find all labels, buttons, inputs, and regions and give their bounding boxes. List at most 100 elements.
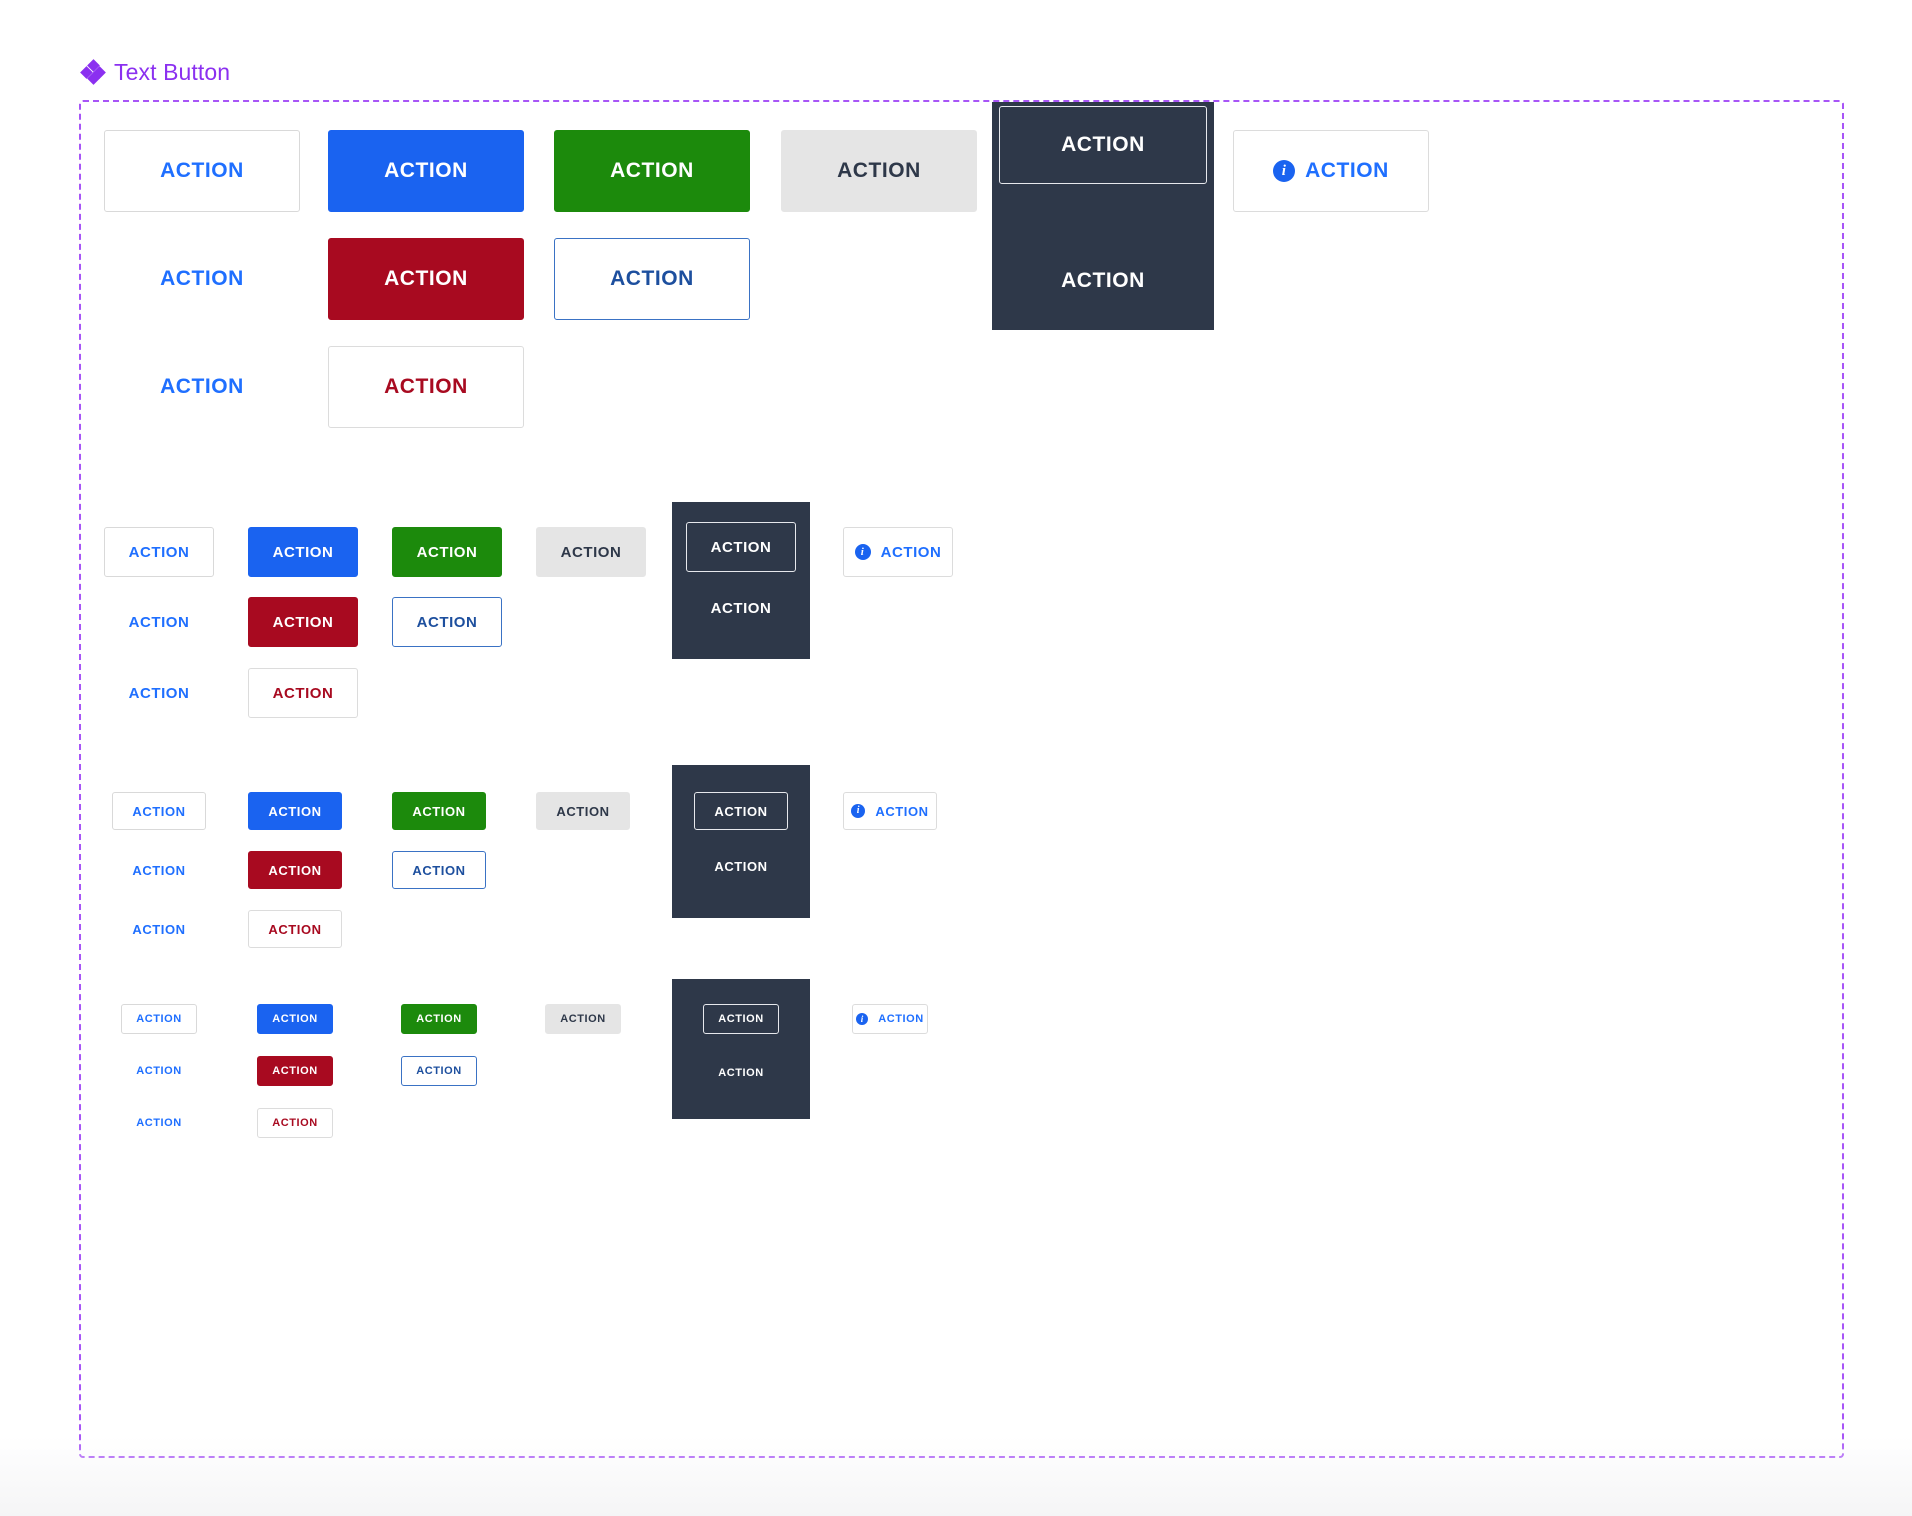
action-button-label: ACTION (416, 613, 478, 631)
action-button-text[interactable]: ACTION (104, 346, 300, 428)
action-button-on-dark-text[interactable]: ACTION (694, 847, 788, 885)
action-button-label: ACTION (384, 159, 468, 182)
dark-surface-panel (672, 765, 810, 918)
action-button-label: ACTION (880, 543, 942, 561)
action-button-primary[interactable]: ACTION (248, 527, 358, 577)
action-button-success[interactable]: ACTION (554, 130, 750, 212)
action-button-on-dark-outline[interactable]: ACTION (694, 792, 788, 830)
action-button-danger-text[interactable]: ACTION (248, 910, 342, 948)
diamond-cluster-icon (80, 59, 106, 85)
action-button-label: ACTION (416, 1013, 462, 1025)
info-icon: i (856, 1013, 869, 1025)
action-button-info-outline[interactable]: i ACTION (843, 792, 937, 830)
action-button-outline-blue[interactable]: ACTION (392, 597, 502, 647)
action-button-label: ACTION (272, 613, 334, 631)
action-button-label: ACTION (384, 267, 468, 290)
action-button-label: ACTION (136, 1065, 182, 1077)
action-button-label: ACTION (718, 1067, 764, 1079)
action-button-on-dark-text[interactable]: ACTION (703, 1058, 779, 1088)
action-button-on-dark-outline[interactable]: ACTION (686, 522, 796, 572)
action-button-label: ACTION (710, 599, 772, 617)
action-button-danger[interactable]: ACTION (248, 851, 342, 889)
action-button-outline-gray[interactable]: ACTION (121, 1004, 197, 1034)
action-button-success[interactable]: ACTION (392, 792, 486, 830)
action-button-label: ACTION (556, 803, 610, 819)
info-icon: i (1273, 160, 1296, 182)
action-button-label: ACTION (132, 803, 186, 819)
action-button-label: ACTION (136, 1013, 182, 1025)
action-button-label: ACTION (416, 1065, 462, 1077)
action-button-label: ACTION (128, 684, 190, 702)
action-button-label: ACTION (1061, 269, 1145, 292)
action-button-label: ACTION (160, 159, 244, 182)
action-button-label: ACTION (128, 543, 190, 561)
action-button-danger-text[interactable]: ACTION (248, 668, 358, 718)
action-button-on-dark-text[interactable]: ACTION (686, 583, 796, 633)
button-showcase-canvas: ACTION ACTION ACTION ACTION ACTION i ACTION ACT… (79, 100, 1844, 1458)
action-button-label: ACTION (136, 1117, 182, 1129)
action-button-label: ACTION (416, 543, 478, 561)
action-button-outline-gray[interactable]: ACTION (104, 130, 300, 212)
action-button-text[interactable]: ACTION (112, 910, 206, 948)
action-button-label: ACTION (272, 684, 334, 702)
action-button-label: ACTION (132, 862, 186, 878)
action-button-danger-text[interactable]: ACTION (257, 1108, 333, 1138)
action-button-outline-blue[interactable]: ACTION (401, 1056, 477, 1086)
action-button-text[interactable]: ACTION (112, 851, 206, 889)
action-button-on-dark-text[interactable]: ACTION (999, 242, 1207, 320)
action-button-disabled: ACTION (545, 1004, 621, 1034)
action-button-text[interactable]: ACTION (104, 238, 300, 320)
action-button-label: ACTION (710, 538, 772, 556)
action-button-label: ACTION (272, 1013, 318, 1025)
action-button-outline-gray[interactable]: ACTION (112, 792, 206, 830)
action-button-label: ACTION (160, 375, 244, 398)
action-button-on-dark-outline[interactable]: ACTION (703, 1004, 779, 1034)
action-button-label: ACTION (875, 803, 929, 819)
action-button-disabled: ACTION (781, 130, 977, 212)
action-button-text[interactable]: ACTION (104, 597, 214, 647)
action-button-danger-text[interactable]: ACTION (328, 346, 524, 428)
action-button-outline-blue[interactable]: ACTION (392, 851, 486, 889)
action-button-label: ACTION (384, 375, 468, 398)
info-icon: i (854, 544, 871, 560)
action-button-label: ACTION (1061, 133, 1145, 156)
action-button-label: ACTION (560, 1013, 606, 1025)
action-button-label: ACTION (272, 1065, 318, 1077)
action-button-label: ACTION (1305, 159, 1389, 182)
action-button-label: ACTION (714, 858, 768, 874)
page-title: Text Button (114, 59, 231, 85)
action-button-danger[interactable]: ACTION (257, 1056, 333, 1086)
action-button-label: ACTION (560, 543, 622, 561)
action-button-label: ACTION (714, 803, 768, 819)
action-button-outline-blue[interactable]: ACTION (554, 238, 750, 320)
action-button-label: ACTION (128, 613, 190, 631)
action-button-label: ACTION (268, 803, 322, 819)
action-button-label: ACTION (160, 267, 244, 290)
action-button-primary[interactable]: ACTION (257, 1004, 333, 1034)
action-button-success[interactable]: ACTION (401, 1004, 477, 1034)
action-button-label: ACTION (718, 1013, 764, 1025)
action-button-info-outline[interactable]: i ACTION (843, 527, 953, 577)
action-button-label: ACTION (268, 921, 322, 937)
action-button-danger[interactable]: ACTION (328, 238, 524, 320)
action-button-label: ACTION (272, 1117, 318, 1129)
page-root: Text Button ACTION ACTION ACTION ACTION ACTI… (0, 0, 1912, 1516)
action-button-label: ACTION (837, 159, 921, 182)
action-button-on-dark-outline[interactable]: ACTION (999, 106, 1207, 184)
action-button-label: ACTION (412, 803, 466, 819)
action-button-primary[interactable]: ACTION (328, 130, 524, 212)
action-button-outline-gray[interactable]: ACTION (104, 527, 214, 577)
action-button-text[interactable]: ACTION (121, 1108, 197, 1138)
action-button-label: ACTION (878, 1013, 924, 1025)
action-button-danger[interactable]: ACTION (248, 597, 358, 647)
action-button-info-outline[interactable]: i ACTION (852, 1004, 928, 1034)
action-button-label: ACTION (412, 862, 466, 878)
section-header: Text Button (80, 58, 231, 86)
action-button-label: ACTION (610, 159, 694, 182)
action-button-text[interactable]: ACTION (121, 1056, 197, 1086)
action-button-label: ACTION (272, 543, 334, 561)
action-button-success[interactable]: ACTION (392, 527, 502, 577)
action-button-info-outline[interactable]: i ACTION (1233, 130, 1429, 212)
action-button-text[interactable]: ACTION (104, 668, 214, 718)
action-button-primary[interactable]: ACTION (248, 792, 342, 830)
